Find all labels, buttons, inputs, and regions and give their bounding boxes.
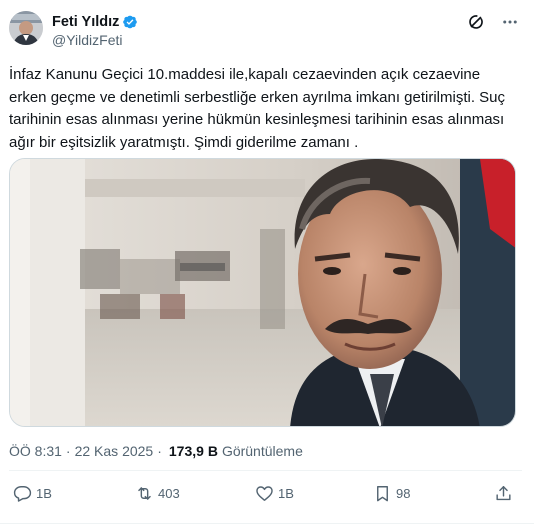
retweet-button[interactable]: 403 [135, 484, 180, 503]
author-info: Feti Yıldız @YildizFeti [52, 12, 138, 48]
author-avatar[interactable] [9, 11, 43, 45]
retweet-count: 403 [158, 486, 180, 501]
author-handle[interactable]: @YildizFeti [52, 32, 138, 48]
verified-badge-icon[interactable] [122, 14, 138, 30]
tweet-meta: ÖÖ 8:31 · 22 Kas 2025 · 173,9 B Görüntül… [9, 443, 303, 459]
reply-count: 1B [36, 486, 52, 501]
more-options-icon[interactable] [500, 12, 520, 32]
divider [9, 470, 522, 471]
tweet-photo[interactable] [9, 158, 516, 427]
like-count: 1B [278, 486, 294, 501]
author-name[interactable]: Feti Yıldız [52, 14, 119, 30]
reply-icon [13, 486, 32, 502]
tweet-text: İnfaz Kanunu Geçici 10.maddesi ile,kapal… [9, 66, 506, 151]
share-button[interactable] [494, 484, 513, 503]
meta-separator: · [65, 443, 71, 459]
tweet-date[interactable]: 22 Kas 2025 [75, 443, 154, 459]
bookmark-count: 98 [396, 486, 411, 501]
action-bar: 1B 403 1B 98 [9, 484, 519, 508]
heart-icon [256, 486, 273, 501]
view-count: 173,9 B [168, 443, 218, 459]
retweet-icon [138, 487, 151, 500]
top-actions [466, 12, 520, 32]
tweet: Feti Yıldız @YildizFeti İnfaz Kanunu Geç… [0, 0, 534, 524]
tweet-time[interactable]: ÖÖ 8:31 [9, 443, 62, 459]
like-button[interactable]: 1B [255, 484, 294, 503]
grok-icon[interactable] [466, 12, 486, 32]
meta-separator: · [157, 443, 162, 459]
share-icon [496, 486, 511, 501]
reply-button[interactable]: 1B [13, 484, 52, 503]
bookmark-icon [377, 486, 388, 502]
bookmark-button[interactable]: 98 [373, 484, 410, 503]
view-count-label: Görüntüleme [221, 443, 303, 459]
